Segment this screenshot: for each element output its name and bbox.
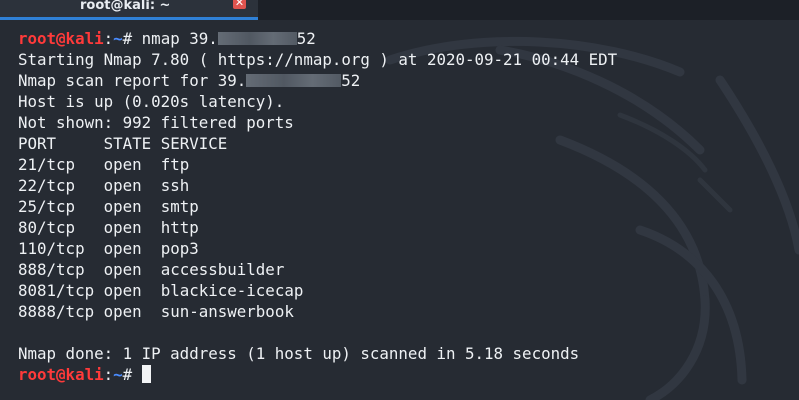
prompt-symbol: # (122, 365, 133, 384)
port-service: ftp (160, 155, 190, 174)
ports-header: PORT STATE SERVICE (18, 133, 617, 154)
port-state: open (103, 281, 142, 300)
prompt-symbol: # (122, 29, 133, 48)
port-state: open (103, 260, 142, 279)
redacted-ip-mask (217, 31, 297, 45)
header-port: PORT (18, 134, 57, 153)
port-state: open (103, 302, 142, 321)
output-report-end: 52 (341, 71, 361, 90)
port-number: 888/tcp (18, 260, 85, 279)
port-row: 21/tcp open ftp (18, 154, 617, 175)
port-number: 110/tcp (18, 239, 85, 258)
prompt-path: ~ (113, 365, 123, 384)
terminal-window: root@kali: ~ ✕ root@kali:~# nmap 39. 52 St… (0, 0, 799, 400)
port-number: 22/tcp (18, 176, 76, 195)
port-state: open (103, 197, 142, 216)
port-state: open (103, 176, 142, 195)
output-host-up: Host is up (0.020s latency). (18, 92, 285, 111)
prompt-colon: : (103, 29, 114, 48)
output-report-line: Nmap scan report for 39. 52 (18, 70, 617, 91)
port-row: 888/tcp open accessbuilder (18, 259, 617, 280)
port-number: 8081/tcp (18, 281, 95, 300)
output-not-shown: Not shown: 992 filtered ports (18, 113, 294, 132)
port-number: 8888/tcp (18, 302, 95, 321)
port-service: pop3 (160, 239, 199, 258)
command-line: root@kali:~# nmap 39. 52 (18, 28, 617, 49)
redacted-ip-mask (246, 73, 342, 87)
tab-bar: root@kali: ~ ✕ (0, 0, 799, 20)
block-cursor-icon (141, 365, 151, 383)
close-icon[interactable]: ✕ (233, 0, 246, 9)
port-service: http (160, 218, 199, 237)
port-number: 21/tcp (18, 155, 76, 174)
terminal-output[interactable]: root@kali:~# nmap 39. 52 Starting Nmap 7.8… (18, 28, 617, 385)
port-row: 22/tcp open ssh (18, 175, 617, 196)
port-state: open (103, 239, 142, 258)
header-service: SERVICE (160, 134, 228, 153)
port-row: 8888/tcp open sun-answerbook (18, 301, 617, 322)
output-report: Nmap scan report for 39. (18, 71, 247, 90)
port-service: blackice-icecap (160, 281, 304, 300)
port-row: 8081/tcp open blackice-icecap (18, 280, 617, 301)
port-service: ssh (160, 176, 190, 195)
tab-terminal[interactable]: root@kali: ~ ✕ (0, 0, 258, 20)
tab-title: root@kali: ~ (80, 0, 171, 13)
port-row: 80/tcp open http (18, 217, 617, 238)
prompt-colon: : (103, 365, 114, 384)
port-number: 80/tcp (18, 218, 76, 237)
prompt-user-host: root@kali (18, 365, 104, 384)
command-text-end: 52 (296, 29, 316, 48)
header-state: STATE (103, 134, 152, 153)
prompt-path: ~ (113, 29, 123, 48)
port-row: 110/tcp open pop3 (18, 238, 617, 259)
prompt-user-host: root@kali (18, 29, 104, 48)
prompt-line[interactable]: root@kali:~# (18, 364, 617, 385)
port-service: smtp (160, 197, 199, 216)
command-text: nmap 39. (132, 29, 218, 48)
port-service: accessbuilder (160, 260, 285, 279)
port-service: sun-answerbook (160, 302, 294, 321)
port-number: 25/tcp (18, 197, 76, 216)
output-starting: Starting Nmap 7.80 ( https://nmap.org ) … (18, 50, 618, 69)
port-row: 25/tcp open smtp (18, 196, 617, 217)
port-state: open (103, 155, 142, 174)
output-done: Nmap done: 1 IP address (1 host up) scan… (18, 344, 580, 363)
port-state: open (103, 218, 142, 237)
